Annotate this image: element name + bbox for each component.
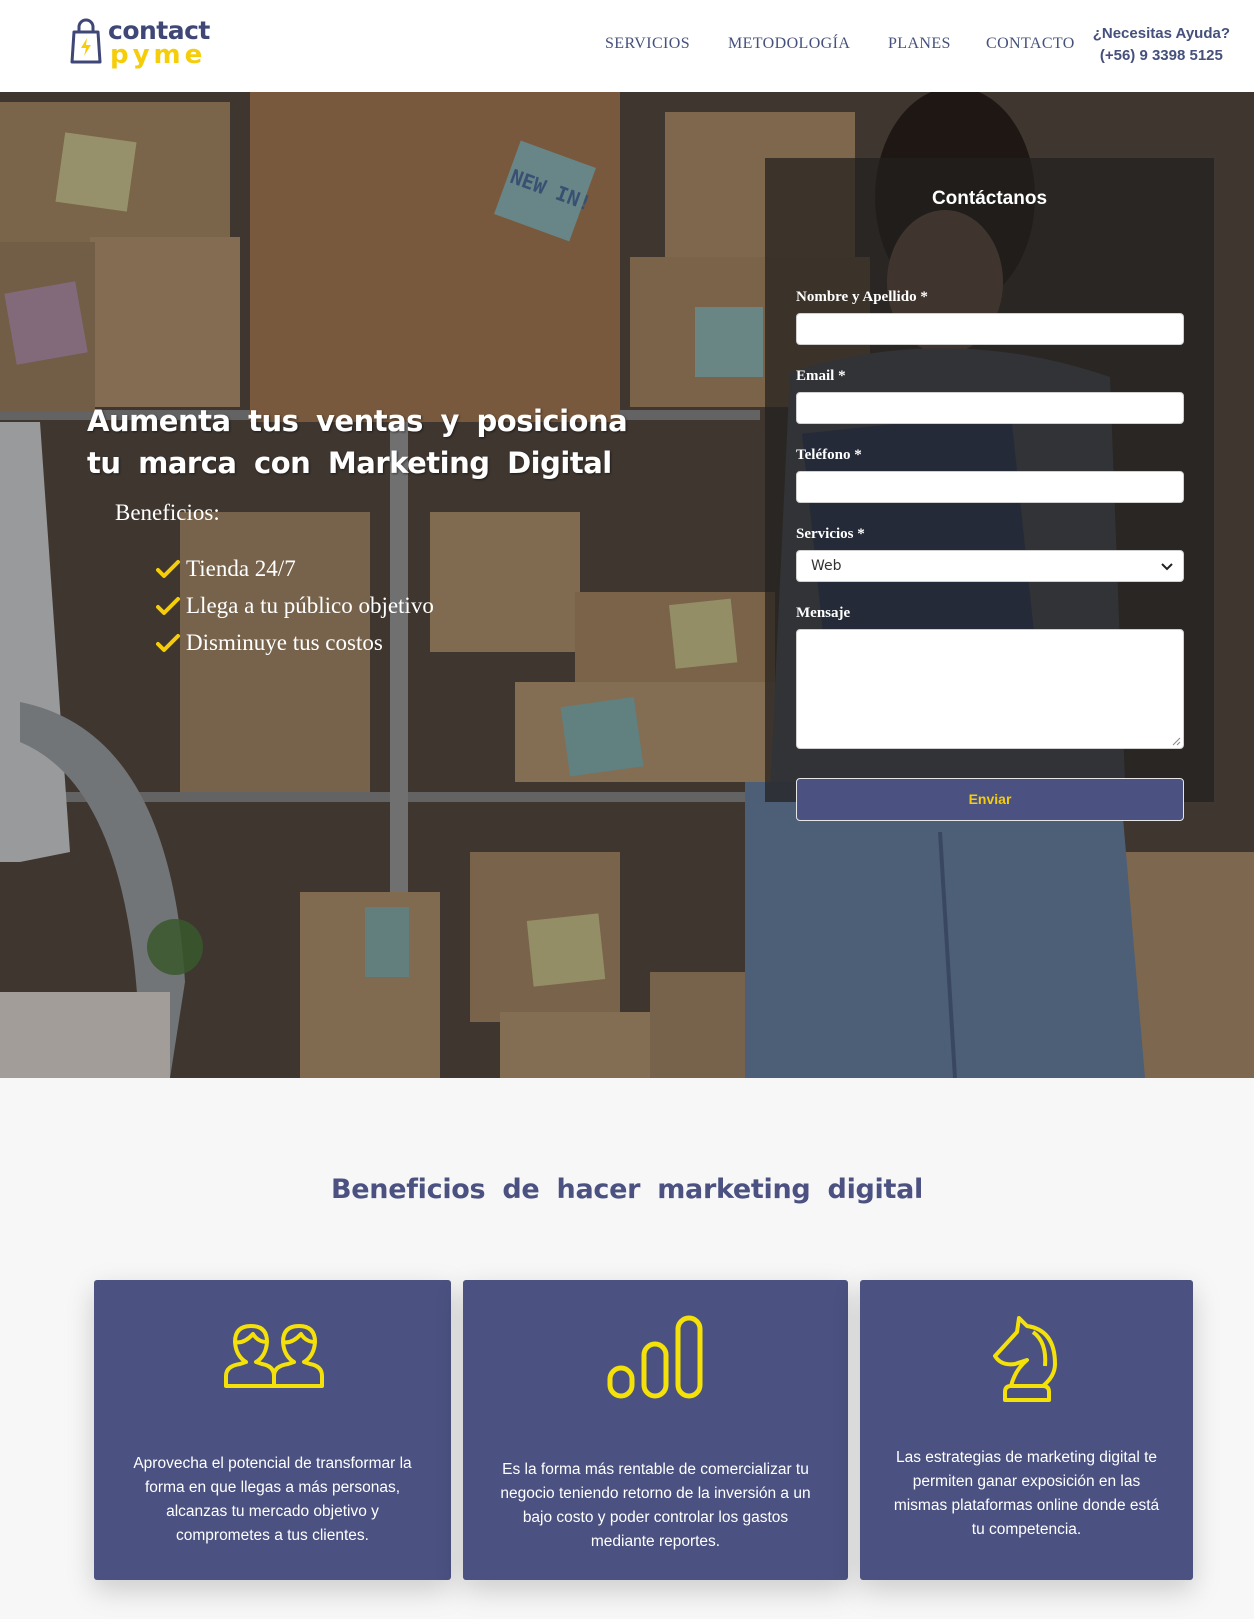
services-selected-value: Web	[811, 558, 842, 574]
benefit-card-text: Las estrategias de marketing digital te …	[893, 1449, 1160, 1538]
benefits-section-title: Beneficios de hacer marketing digital	[331, 1174, 923, 1205]
contact-form: Contáctanos Nombre y Apellido * Email * …	[765, 158, 1214, 821]
submit-button[interactable]: Enviar	[796, 778, 1184, 821]
chess-knight-icon	[992, 1316, 1057, 1402]
message-label: Mensaje	[796, 605, 851, 621]
checkmark-icon	[156, 633, 180, 652]
help-contact[interactable]: ¿Necesitas Ayuda? (+56) 9 3398 5125	[1093, 23, 1230, 67]
main-nav: SERVICIOS METODOLOGÍA PLANES CONTACTO	[0, 33, 1254, 55]
name-field[interactable]	[796, 313, 1184, 345]
benefit-card: Aprovecha el potencial de transformar la…	[94, 1280, 451, 1580]
hero-title: Aumenta tus ventas y posiciona tu marca …	[87, 404, 628, 480]
email-field[interactable]	[796, 392, 1184, 424]
resize-handle-icon[interactable]	[1172, 737, 1181, 746]
bar-chart-icon	[607, 1315, 702, 1399]
benefit-text: Tienda 24/7	[186, 555, 296, 581]
benefit-card-text: Aprovecha el potencial de transformar la…	[133, 1455, 412, 1544]
benefit-card: Es la forma más rentable de comercializa…	[463, 1280, 848, 1580]
benefit-text: Llega a tu público objetivo	[186, 592, 434, 618]
services-select[interactable]: Web	[796, 550, 1184, 582]
checkmark-icon	[156, 559, 180, 578]
help-question: ¿Necesitas Ayuda?	[1092, 25, 1230, 42]
nav-planes[interactable]: PLANES	[888, 33, 951, 55]
phone-label: Teléfono *	[796, 447, 862, 463]
benefit-card-text: Es la forma más rentable de comercializa…	[500, 1461, 811, 1550]
benefit-item: Llega a tu público objetivo	[156, 587, 434, 624]
benefits-heading: Beneficios:	[115, 500, 220, 525]
benefit-card: Las estrategias de marketing digital te …	[860, 1280, 1193, 1580]
checkmark-icon	[156, 596, 180, 615]
name-label: Nombre y Apellido *	[796, 289, 928, 305]
email-label: Email *	[796, 368, 846, 384]
benefit-item: Tienda 24/7	[156, 550, 434, 587]
services-label: Servicios *	[796, 526, 865, 542]
nav-contacto[interactable]: CONTACTO	[986, 33, 1075, 55]
nav-servicios[interactable]: SERVICIOS	[605, 33, 690, 55]
nav-metodologia[interactable]: METODOLOGÍA	[728, 33, 850, 55]
phone-field[interactable]	[796, 471, 1184, 503]
benefit-item: Disminuye tus costos	[156, 624, 434, 661]
form-title: Contáctanos	[931, 188, 1048, 209]
hero-section: NEW IN! Aumenta tus ventas y posiciona t…	[0, 92, 1254, 1078]
help-phone[interactable]: (+56) 9 3398 5125	[1093, 45, 1230, 67]
benefit-list: Tienda 24/7 Llega a tu público objetivo …	[156, 550, 434, 661]
message-field[interactable]	[796, 629, 1184, 749]
users-icon	[223, 1324, 324, 1388]
benefit-text: Disminuye tus costos	[186, 629, 383, 655]
chevron-down-icon	[1161, 563, 1173, 571]
site-header: contact pyme SERVICIOS METODOLOGÍA PLANE…	[0, 0, 1254, 92]
